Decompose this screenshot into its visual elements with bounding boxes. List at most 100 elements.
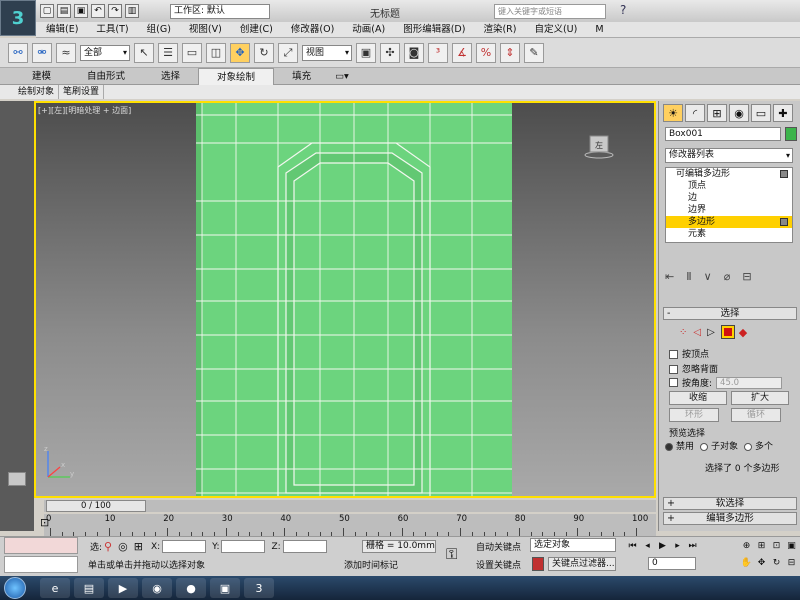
- menu-edit[interactable]: 编辑(E): [46, 22, 78, 38]
- angle-snap-icon[interactable]: ∡: [452, 42, 472, 63]
- pin-stack-icon[interactable]: ⇤: [665, 270, 674, 283]
- preview-off-radio[interactable]: 禁用: [665, 439, 694, 452]
- stack-item-editable-poly[interactable]: 可编辑多边形: [666, 168, 792, 180]
- by-angle-checkbox[interactable]: [669, 378, 678, 387]
- selection-set-dropdown[interactable]: 选定对象: [530, 538, 616, 552]
- object-name-field[interactable]: Box001: [665, 127, 781, 141]
- menu-animation[interactable]: 动画(A): [352, 22, 385, 38]
- taskbar-3dsmax-icon[interactable]: 3: [244, 578, 274, 598]
- select-manipulate-icon[interactable]: ✣: [380, 42, 400, 63]
- select-by-name-icon[interactable]: ☰: [158, 42, 178, 63]
- stack-item-polygon[interactable]: 多边形: [666, 216, 792, 228]
- project-folder-icon[interactable]: ▥: [125, 4, 139, 18]
- z-field[interactable]: [282, 540, 327, 553]
- menu-maxscript[interactable]: M: [595, 22, 603, 38]
- tab-selection[interactable]: 选择: [143, 68, 198, 85]
- unlink-icon[interactable]: ⚮: [32, 42, 52, 63]
- menu-modifiers[interactable]: 修改器(O): [291, 22, 334, 38]
- create-tab-icon[interactable]: ☀: [663, 104, 683, 122]
- play-icon[interactable]: ▶: [656, 540, 669, 552]
- tab-object-paint[interactable]: 对象绘制: [198, 67, 275, 85]
- menu-rendering[interactable]: 渲染(R): [483, 22, 516, 38]
- menu-customize[interactable]: 自定义(U): [534, 22, 577, 38]
- maximize-viewport-icon[interactable]: ⊟: [785, 557, 798, 569]
- taskbar-recorder-icon[interactable]: ●: [176, 578, 206, 598]
- show-end-result-icon[interactable]: Ⅱ: [686, 270, 691, 283]
- selection-rollout-header[interactable]: - 选择: [663, 307, 797, 320]
- selection-filter-dropdown[interactable]: 全部: [80, 44, 130, 61]
- app-logo-icon[interactable]: 3: [0, 0, 36, 36]
- reference-coordinate-dropdown[interactable]: 视图: [302, 44, 352, 61]
- scale-icon[interactable]: ⤢: [278, 42, 298, 63]
- undo-icon[interactable]: ↶: [91, 4, 105, 18]
- mini-curve-editor-icon[interactable]: ⊡: [40, 516, 49, 529]
- edit-polygons-rollout-header[interactable]: + 编辑多边形: [663, 512, 797, 525]
- snap-toggle-icon[interactable]: ³: [428, 42, 448, 63]
- auto-key-button[interactable]: 自动关键点: [476, 540, 521, 553]
- add-time-tag-button[interactable]: 添加时间标记: [344, 558, 398, 571]
- start-button-icon[interactable]: [4, 577, 26, 599]
- select-object-icon[interactable]: ↖: [134, 42, 154, 63]
- field-of-view-icon[interactable]: ✋: [740, 557, 753, 569]
- edge-level-icon[interactable]: ◁: [693, 327, 701, 338]
- make-unique-icon[interactable]: ∨: [704, 270, 712, 283]
- soft-selection-rollout-header[interactable]: + 软选择: [663, 497, 797, 510]
- configure-sets-icon[interactable]: ⊟: [742, 270, 751, 283]
- angle-spinner[interactable]: 45.0: [716, 376, 783, 389]
- maxscript-output-field[interactable]: [4, 556, 78, 573]
- menu-tools[interactable]: 工具(T): [96, 22, 128, 38]
- track-bar[interactable]: 0 10 20 30 40 50 60 70 80 90 100: [44, 514, 656, 536]
- zoom-extents-all-icon[interactable]: ▣: [785, 540, 798, 552]
- help-icon[interactable]: ?: [620, 3, 626, 17]
- tab-modeling[interactable]: 建模: [14, 68, 69, 85]
- viewcube-icon[interactable]: 左: [584, 133, 614, 159]
- named-selection-icon[interactable]: ✎: [524, 42, 544, 63]
- bind-space-warp-icon[interactable]: ≈: [56, 42, 76, 63]
- y-field[interactable]: [221, 540, 266, 553]
- taskbar-folder-icon[interactable]: ▤: [74, 578, 104, 598]
- percent-snap-icon[interactable]: %: [476, 42, 496, 63]
- next-frame-icon[interactable]: ▸: [671, 540, 684, 552]
- previous-frame-icon[interactable]: ◂: [641, 540, 654, 552]
- preview-subobject-radio[interactable]: 子对象: [700, 439, 738, 452]
- object-color-swatch[interactable]: [785, 127, 797, 141]
- time-slider-thumb[interactable]: 0 / 100: [46, 500, 146, 512]
- display-tab-icon[interactable]: ▭: [751, 104, 771, 122]
- utilities-tab-icon[interactable]: ✚: [773, 104, 793, 122]
- taskbar-app-icon[interactable]: ◉: [142, 578, 172, 598]
- taskbar-photoshop-icon[interactable]: ▣: [210, 578, 240, 598]
- subtab-paint-objects[interactable]: 绘制对象: [14, 85, 60, 99]
- go-to-end-icon[interactable]: ⏭: [686, 540, 699, 552]
- subtab-brush-settings[interactable]: 笔刷设置: [59, 85, 105, 99]
- tab-freeform[interactable]: 自由形式: [69, 68, 143, 85]
- viewport-layout-button[interactable]: [8, 472, 26, 486]
- go-to-start-icon[interactable]: ⏮: [626, 540, 639, 552]
- menu-group[interactable]: 组(G): [147, 22, 171, 38]
- zoom-icon[interactable]: ⊕: [740, 540, 753, 552]
- time-slider[interactable]: 0 / 100: [44, 500, 656, 512]
- stack-item-edge[interactable]: 边: [666, 192, 792, 204]
- new-file-icon[interactable]: ▢: [40, 4, 54, 18]
- key-filters-button[interactable]: 关键点过滤器...: [548, 557, 616, 571]
- border-level-icon[interactable]: ▷: [707, 327, 715, 338]
- set-key-button[interactable]: 设置关键点: [476, 558, 521, 571]
- key-filter-icon[interactable]: [532, 557, 544, 571]
- spinner-snap-icon[interactable]: ⇕: [500, 42, 520, 63]
- orbit-icon[interactable]: ↻: [770, 557, 783, 569]
- current-frame-field[interactable]: 0: [648, 557, 696, 570]
- rotate-icon[interactable]: ↻: [254, 42, 274, 63]
- hierarchy-tab-icon[interactable]: ⊞: [707, 104, 727, 122]
- polygon-mesh[interactable]: [196, 101, 512, 498]
- element-level-icon[interactable]: ◆: [739, 326, 747, 339]
- x-field[interactable]: [162, 540, 207, 553]
- stack-item-border[interactable]: 边界: [666, 204, 792, 216]
- polygon-level-icon[interactable]: [720, 325, 735, 339]
- modify-tab-icon[interactable]: ◜: [685, 104, 705, 122]
- link-icon[interactable]: ⚯: [8, 42, 28, 63]
- set-key-icon[interactable]: ⚿: [446, 545, 457, 563]
- tab-populate[interactable]: 填充: [274, 68, 329, 85]
- taskbar-media-icon[interactable]: ▶: [108, 578, 138, 598]
- preview-multi-radio[interactable]: 多个: [744, 439, 773, 452]
- menu-graph-editors[interactable]: 图形编辑器(D): [403, 22, 465, 38]
- maxscript-listener-input[interactable]: [4, 537, 78, 554]
